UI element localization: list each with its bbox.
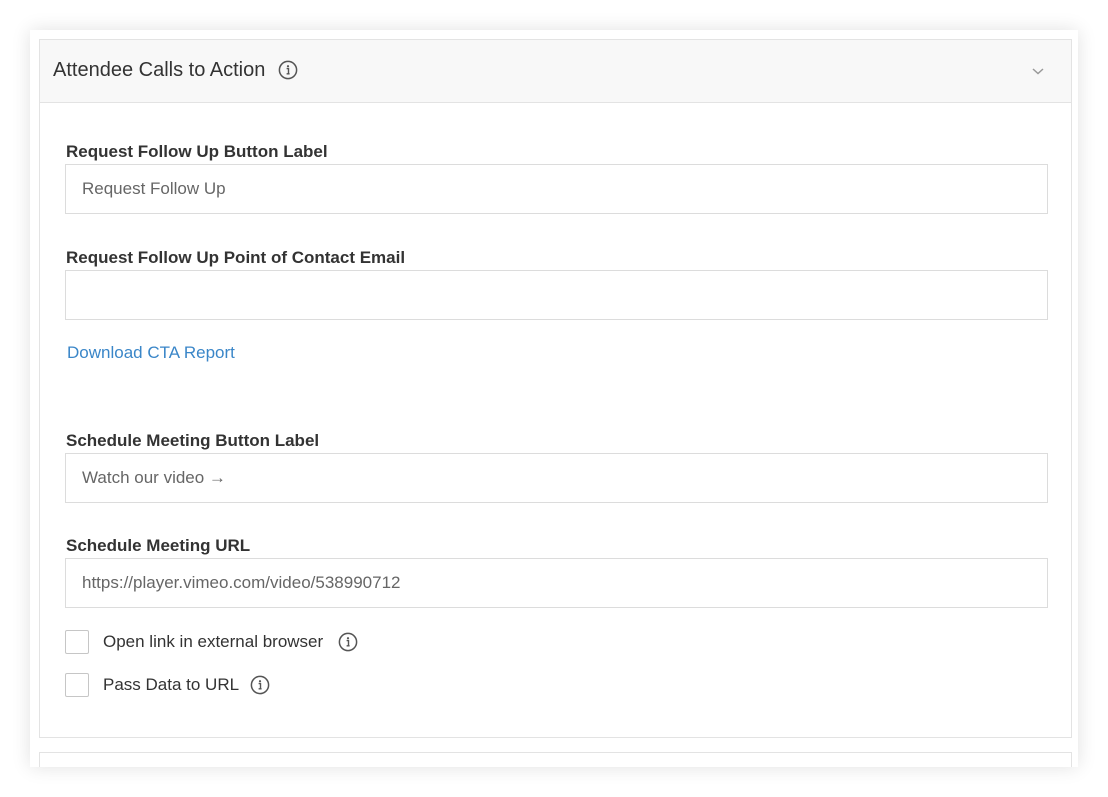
schedule-label-input[interactable] — [65, 453, 1048, 503]
follow-up-label-heading: Request Follow Up Button Label — [66, 142, 328, 161]
attendee-cta-panel: Attendee Calls to Action Request Follow … — [39, 39, 1072, 738]
schedule-label-heading: Schedule Meeting Button Label — [66, 431, 320, 450]
settings-card: Attendee Calls to Action Request Follow … — [30, 30, 1078, 767]
panel-header[interactable]: Attendee Calls to Action — [40, 40, 1071, 103]
follow-up-label-input[interactable] — [65, 164, 1048, 214]
chevron-down-icon[interactable] — [1031, 64, 1045, 78]
external-browser-label: Open link in external browser — [103, 632, 324, 651]
pass-data-checkbox[interactable] — [65, 673, 89, 697]
pass-data-label: Pass Data to URL — [103, 675, 240, 694]
schedule-url-heading: Schedule Meeting URL — [66, 536, 251, 555]
next-section-panel — [39, 752, 1072, 767]
info-icon[interactable] — [338, 632, 358, 652]
external-browser-checkbox[interactable] — [65, 630, 89, 654]
follow-up-email-input[interactable] — [65, 270, 1048, 320]
info-icon[interactable] — [250, 675, 270, 695]
info-icon[interactable] — [278, 60, 298, 80]
schedule-url-input[interactable] — [65, 558, 1048, 608]
download-cta-report-link[interactable]: Download CTA Report — [67, 343, 235, 363]
follow-up-email-heading: Request Follow Up Point of Contact Email — [66, 248, 406, 267]
panel-title: Attendee Calls to Action — [53, 59, 266, 81]
